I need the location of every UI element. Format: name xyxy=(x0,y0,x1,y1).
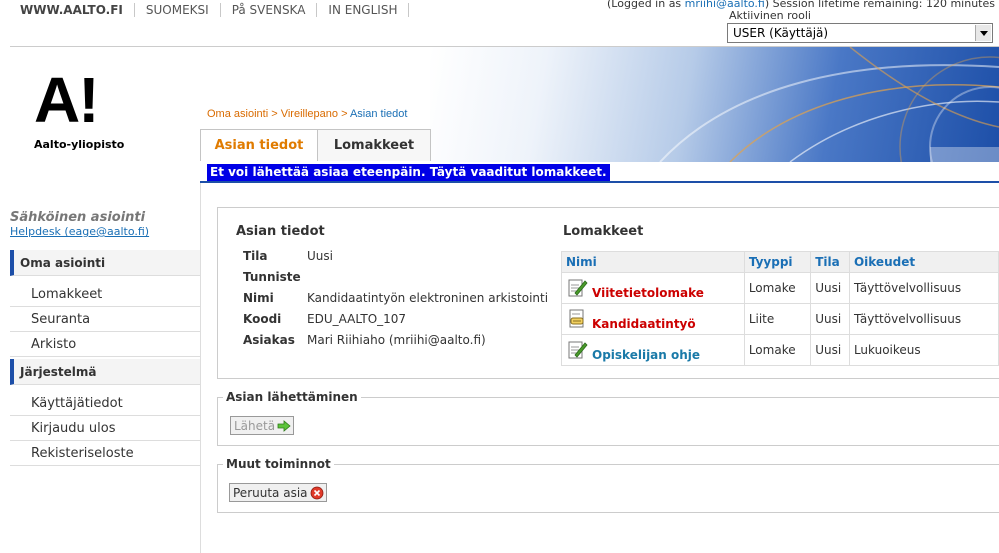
warning-message: Et voi lähettää asiaa eteenpäin. Täytä v… xyxy=(207,164,610,181)
content-divider xyxy=(200,181,999,183)
send-button[interactable]: Lähetä xyxy=(230,416,295,435)
form-name-cell: Kandidaatintyö xyxy=(561,303,745,335)
sidebar-section-jarjestelma[interactable]: Järjestelmä xyxy=(10,359,200,385)
role-select[interactable]: USER (Käyttäjä) xyxy=(727,23,993,43)
breadcrumb-oma-asiointi[interactable]: Oma asiointi xyxy=(207,108,268,120)
sidebar-border xyxy=(200,183,201,553)
other-legend: Muut toiminnot xyxy=(226,457,331,471)
send-button-label: Lähetä xyxy=(234,418,276,433)
form-rights: Täyttövelvollisuus xyxy=(848,303,999,335)
send-legend: Asian lähettäminen xyxy=(226,390,358,404)
link-suomeksi[interactable]: SUOMEKSI xyxy=(135,3,221,17)
sidebar-item-kayttajatiedot[interactable]: Käyttäjätiedot xyxy=(10,391,200,416)
detail-value: Uusi xyxy=(307,249,333,263)
form-rights: Täyttövelvollisuus xyxy=(848,272,999,304)
form-status: Uusi xyxy=(810,303,850,335)
breadcrumb-current: Asian tiedot xyxy=(349,108,408,120)
link-aalto[interactable]: WWW.AALTO.FI xyxy=(20,3,135,17)
chevron-down-icon[interactable] xyxy=(975,25,991,41)
table-row: Kandidaatintyö Liite Uusi Täyttövelvolli… xyxy=(561,303,999,335)
tab-asian-tiedot[interactable]: Asian tiedot xyxy=(200,129,318,161)
form-edit-icon xyxy=(568,341,588,359)
aalto-logo[interactable]: A! Aalto-yliopisto xyxy=(34,64,144,151)
form-link-kandidaatintyo[interactable]: Kandidaatintyö xyxy=(566,308,740,331)
form-type: Lomake xyxy=(743,272,812,304)
form-name: Kandidaatintyö xyxy=(592,317,696,331)
other-actions-section: Muut toiminnot xyxy=(217,457,999,513)
column-header-tila: Tila xyxy=(810,251,850,273)
breadcrumb-vireillepano[interactable]: Vireillepano xyxy=(281,108,338,120)
link-english[interactable]: IN ENGLISH xyxy=(317,3,410,17)
form-rights: Lukuoikeus xyxy=(848,334,999,366)
column-header-tyyppi: Tyyppi xyxy=(743,251,812,273)
form-name-cell: Viitetietolomake xyxy=(561,272,745,304)
form-link-viitetietolomake[interactable]: Viitetietolomake xyxy=(566,277,740,300)
session-prefix: (Logged in as xyxy=(607,0,685,10)
banner-decoration xyxy=(659,47,999,162)
form-status: Uusi xyxy=(810,272,850,304)
role-label: Aktiivinen rooli xyxy=(729,9,811,22)
table-header-row: Nimi Tyyppi Tila Oikeudet xyxy=(561,251,999,273)
arrow-right-icon xyxy=(277,419,291,432)
column-header-nimi: Nimi xyxy=(561,251,745,273)
sidebar-item-rekisteriseloste[interactable]: Rekisteriseloste xyxy=(10,441,200,466)
helpdesk-link[interactable]: Helpdesk (eage@aalto.fi) xyxy=(10,225,149,238)
detail-key: Koodi xyxy=(243,312,282,326)
form-type: Liite xyxy=(743,303,812,335)
forms-title: Lomakkeet xyxy=(563,224,644,239)
form-name: Viitetietolomake xyxy=(592,286,704,300)
cancel-case-button[interactable]: Peruuta asia xyxy=(229,483,327,502)
detail-key: Asiakas xyxy=(243,333,295,347)
column-header-oikeudet: Oikeudet xyxy=(848,251,999,273)
sidebar-item-arkisto[interactable]: Arkisto xyxy=(10,332,200,357)
forms-table: Nimi Tyyppi Tila Oikeudet Viitetietoloma… xyxy=(561,251,999,366)
detail-value: EDU_AALTO_107 xyxy=(307,312,407,326)
send-section: Asian lähettäminen xyxy=(217,390,999,446)
sidebar-item-kirjaudu-ulos[interactable]: Kirjaudu ulos xyxy=(10,416,200,441)
sidebar-item-lomakkeet[interactable]: Lomakkeet xyxy=(10,282,200,307)
table-row: Opiskelijan ohje Lomake Uusi Lukuoikeus xyxy=(561,334,999,366)
case-details-title: Asian tiedot xyxy=(236,224,325,239)
cancel-button-label: Peruuta asia xyxy=(233,485,308,500)
detail-key: Tila xyxy=(243,249,268,263)
role-selected-value: USER (Käyttäjä) xyxy=(733,26,829,40)
attachment-icon xyxy=(569,309,584,328)
breadcrumb-separator: > xyxy=(341,108,348,120)
tab-bar: Asian tiedot Lomakkeet xyxy=(200,129,431,161)
form-name-cell: Opiskelijan ohje xyxy=(561,334,745,366)
logo-mark: A! xyxy=(34,64,100,136)
form-name: Opiskelijan ohje xyxy=(592,348,701,362)
detail-key: Nimi xyxy=(243,291,274,305)
sidebar-item-seuranta[interactable]: Seuranta xyxy=(10,307,200,332)
table-row: Viitetietolomake Lomake Uusi Täyttövelvo… xyxy=(561,272,999,304)
detail-key: Tunniste xyxy=(243,270,301,284)
detail-value: Kandidaatintyön elektroninen arkistointi xyxy=(307,291,549,305)
form-status: Uusi xyxy=(810,334,850,366)
header-banner xyxy=(430,47,999,162)
breadcrumb-separator: > xyxy=(271,108,278,120)
detail-value: Mari Riihiaho (mriihi@aalto.fi) xyxy=(307,333,486,347)
top-navigation: WWW.AALTO.FI SUOMEKSI På SVENSKA IN ENGL… xyxy=(20,2,410,18)
form-link-opiskelijan-ohje[interactable]: Opiskelijan ohje xyxy=(566,339,740,362)
cancel-icon xyxy=(310,486,323,499)
link-svenska[interactable]: På SVENSKA xyxy=(221,3,318,17)
sidebar-section-oma-asiointi[interactable]: Oma asiointi xyxy=(10,250,200,276)
form-edit-icon xyxy=(568,279,588,297)
breadcrumb: Oma asiointi > Vireillepano > Asian tied… xyxy=(207,108,407,120)
sidebar-title: Sähköinen asiointi xyxy=(10,210,146,225)
tab-lomakkeet[interactable]: Lomakkeet xyxy=(318,129,431,161)
logo-name: Aalto-yliopisto xyxy=(34,138,125,151)
form-type: Lomake xyxy=(743,334,812,366)
